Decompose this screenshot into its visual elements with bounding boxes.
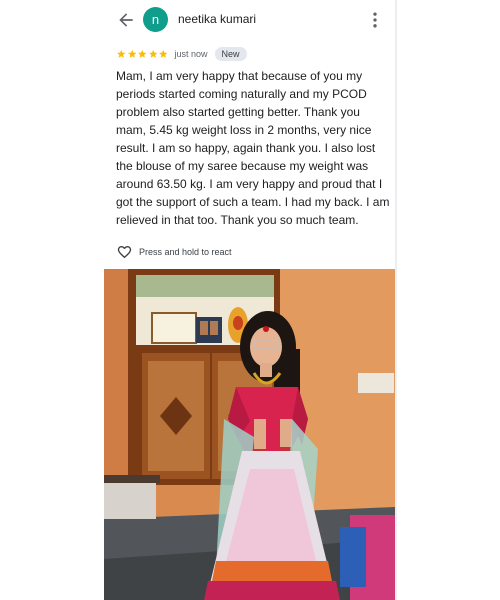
star-icon xyxy=(117,49,126,58)
review-time: just now xyxy=(174,49,208,59)
react-button[interactable]: Press and hold to react xyxy=(116,244,232,260)
star-icon xyxy=(148,49,157,58)
heart-outline-icon[interactable] xyxy=(116,244,133,260)
star-icon xyxy=(127,49,136,58)
star-icon xyxy=(159,49,168,58)
more-vert-icon[interactable] xyxy=(365,10,385,30)
new-badge: New xyxy=(214,47,247,61)
author-name[interactable]: neetika kumari xyxy=(178,12,256,26)
arrow-back-icon[interactable] xyxy=(116,10,136,30)
review-photo[interactable] xyxy=(104,269,395,600)
avatar[interactable]: n xyxy=(143,7,168,32)
review-header: n neetika kumari xyxy=(104,0,395,40)
star-rating xyxy=(116,49,169,59)
react-label: Press and hold to react xyxy=(139,247,232,257)
review-meta: just now New xyxy=(116,46,247,62)
review-panel: n neetika kumari just now New Mam, I am … xyxy=(104,0,395,600)
star-icon xyxy=(138,49,147,58)
panel-divider xyxy=(395,0,397,600)
review-text: Mam, I am very happy that because of you… xyxy=(116,69,390,227)
